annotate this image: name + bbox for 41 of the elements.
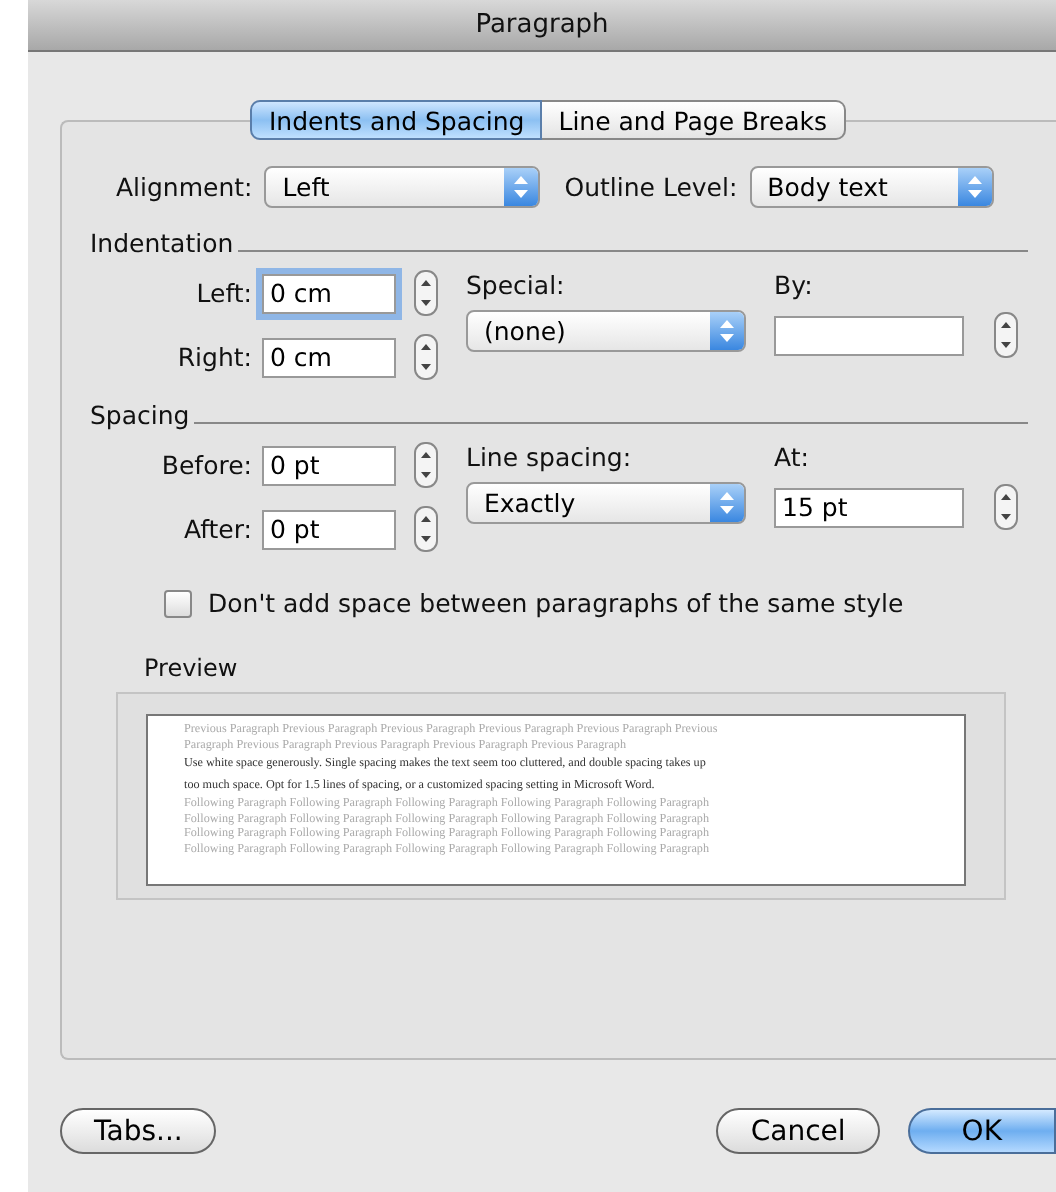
- checkbox[interactable]: [164, 589, 192, 617]
- field-label: Right:: [175, 342, 252, 372]
- outline-level-dropdown[interactable]: Body text: [749, 166, 994, 208]
- dialog-button[interactable]: Tabs...: [60, 1108, 217, 1154]
- field-label: Outline Level:: [564, 172, 738, 202]
- alignment-dropdown[interactable]: Left: [264, 166, 541, 208]
- by-field[interactable]: [774, 315, 964, 355]
- at-field[interactable]: 15 pt: [774, 487, 964, 527]
- field-label: Left:: [194, 278, 252, 308]
- field-label: At:: [774, 442, 811, 474]
- dialog-button[interactable]: Cancel: [716, 1108, 880, 1154]
- tab[interactable]: Line and Page Breaks: [542, 100, 846, 140]
- field-label: Special:: [466, 270, 567, 302]
- field-label: Before:: [159, 450, 252, 480]
- tab[interactable]: Indents and Spacing: [250, 100, 543, 140]
- number-field[interactable]: 0 cm: [262, 337, 396, 377]
- stepper-arrows-icon: [720, 320, 734, 342]
- section-title: Spacing: [90, 400, 190, 430]
- number-field[interactable]: 0 pt: [262, 509, 396, 549]
- stepper-icon[interactable]: [994, 312, 1018, 358]
- field-label: After:: [181, 514, 252, 544]
- number-field[interactable]: 0 cm: [262, 273, 396, 313]
- window-title: Paragraph: [475, 10, 609, 40]
- field-label: Alignment:: [116, 172, 253, 202]
- section-title: Indentation: [90, 228, 234, 258]
- stepper-icon[interactable]: [414, 270, 438, 316]
- checkbox-label: Don't add space between paragraphs of the same style: [208, 588, 904, 618]
- stepper-icon[interactable]: [414, 442, 438, 488]
- line-spacing-dropdown[interactable]: Exactly: [466, 482, 746, 524]
- stepper-arrows-icon: [967, 176, 982, 198]
- stepper-icon[interactable]: [414, 506, 438, 552]
- stepper-arrows-icon: [720, 492, 734, 514]
- field-label: Line spacing:: [466, 442, 634, 474]
- special-dropdown[interactable]: (none): [466, 310, 746, 352]
- number-field[interactable]: 0 pt: [262, 445, 396, 485]
- stepper-arrows-icon: [514, 176, 529, 198]
- section-title: Preview: [144, 654, 240, 682]
- stepper-icon[interactable]: [414, 334, 438, 380]
- field-label: By:: [774, 270, 815, 302]
- ok-button[interactable]: OK: [907, 1108, 1056, 1154]
- stepper-icon[interactable]: [994, 484, 1018, 530]
